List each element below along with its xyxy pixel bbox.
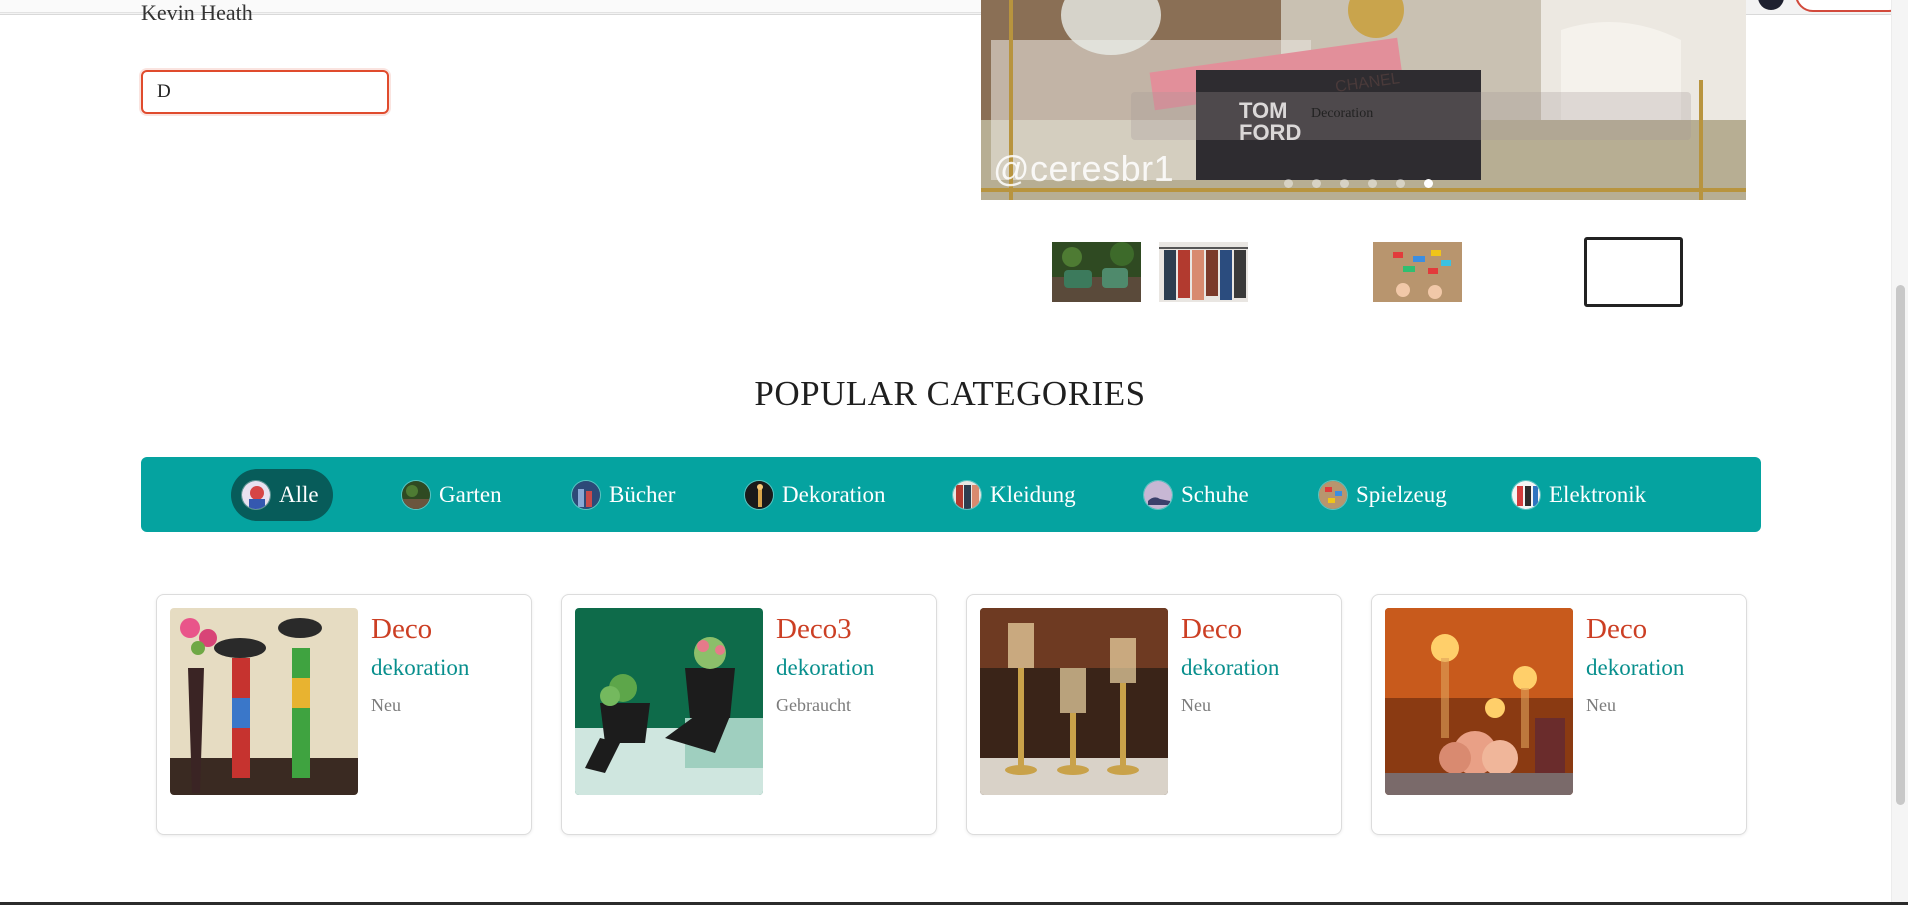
carousel-dot[interactable] — [1396, 179, 1405, 188]
shoes-icon — [1143, 480, 1173, 510]
garden-icon — [401, 480, 431, 510]
category-bar: Alle Garten Bücher Dekoration Kleidung S… — [141, 457, 1761, 532]
product-category: dekoration — [1586, 655, 1685, 680]
clothing-icon — [952, 480, 982, 510]
toys-icon — [1318, 480, 1348, 510]
scrollbar[interactable] — [1891, 0, 1908, 905]
product-card[interactable]: Deco3 dekoration Gebraucht — [561, 594, 937, 835]
electronics-icon — [1511, 480, 1541, 510]
category-label: Schuhe — [1181, 482, 1249, 507]
thumbnail-garden[interactable] — [1052, 242, 1141, 302]
category-label: Garten — [439, 482, 502, 507]
product-title[interactable]: Deco — [1181, 613, 1242, 646]
thumbnail-clothing[interactable] — [1159, 242, 1248, 302]
product-condition: Neu — [1586, 695, 1616, 715]
product-card[interactable]: Deco dekoration Neu — [1371, 594, 1747, 835]
carousel-dot-active[interactable] — [1424, 179, 1433, 188]
product-card[interactable]: Deco dekoration Neu — [156, 594, 532, 835]
category-label: Elektronik — [1549, 482, 1647, 507]
product-condition: Neu — [371, 695, 401, 715]
hero-caption-overlay: Decoration — [1131, 92, 1691, 140]
category-spielzeug[interactable]: Spielzeug — [1308, 469, 1461, 521]
category-label: Dekoration — [782, 482, 886, 507]
category-garten[interactable]: Garten — [391, 469, 516, 521]
product-title[interactable]: Deco — [371, 613, 432, 646]
category-kleidung[interactable]: Kleidung — [942, 469, 1090, 521]
category-label: Kleidung — [990, 482, 1076, 507]
hero-carousel[interactable]: TOM FORD CHANEL Decoration @ceresbr1 — [981, 0, 1746, 200]
product-image[interactable] — [575, 608, 763, 795]
category-label: Spielzeug — [1356, 482, 1447, 507]
user-avatar[interactable] — [1758, 0, 1784, 10]
product-category: dekoration — [371, 655, 470, 680]
product-card[interactable]: Deco dekoration Neu — [966, 594, 1342, 835]
thumbnail-selected[interactable] — [1584, 237, 1683, 307]
carousel-dot[interactable] — [1368, 179, 1377, 188]
listing-author: Kevin Heath — [141, 0, 253, 25]
carousel-dot[interactable] — [1312, 179, 1321, 188]
hero-watermark: @ceresbr1 — [993, 148, 1175, 189]
category-label: Bücher — [609, 482, 676, 507]
category-elektronik[interactable]: Elektronik — [1501, 469, 1660, 521]
scrollbar-thumb[interactable] — [1896, 285, 1905, 805]
product-image[interactable] — [1385, 608, 1573, 795]
hero-caption-text: Decoration — [1311, 106, 1374, 121]
carousel-dot[interactable] — [1340, 179, 1349, 188]
category-buecher[interactable]: Bücher — [561, 469, 689, 521]
product-image[interactable] — [980, 608, 1168, 795]
listing-text-input[interactable] — [141, 70, 389, 114]
all-categories-icon — [241, 480, 271, 510]
thumbnail-toys[interactable] — [1373, 242, 1462, 302]
books-icon — [571, 480, 601, 510]
section-title: POPULAR CATEGORIES — [754, 374, 1146, 413]
product-title[interactable]: Deco3 — [776, 613, 852, 646]
category-all[interactable]: Alle — [231, 469, 333, 521]
product-image[interactable] — [170, 608, 358, 795]
product-condition: Gebraucht — [776, 695, 851, 715]
product-category: dekoration — [1181, 655, 1280, 680]
carousel-dot[interactable] — [1284, 179, 1293, 188]
category-schuhe[interactable]: Schuhe — [1133, 469, 1263, 521]
carousel-indicators — [1284, 179, 1433, 189]
category-dekoration[interactable]: Dekoration — [734, 469, 899, 521]
product-title[interactable]: Deco — [1586, 613, 1647, 646]
decoration-icon — [744, 480, 774, 510]
product-condition: Neu — [1181, 695, 1211, 715]
product-category: dekoration — [776, 655, 875, 680]
category-label: Alle — [279, 482, 319, 507]
thumbnail-empty[interactable] — [1266, 242, 1355, 302]
